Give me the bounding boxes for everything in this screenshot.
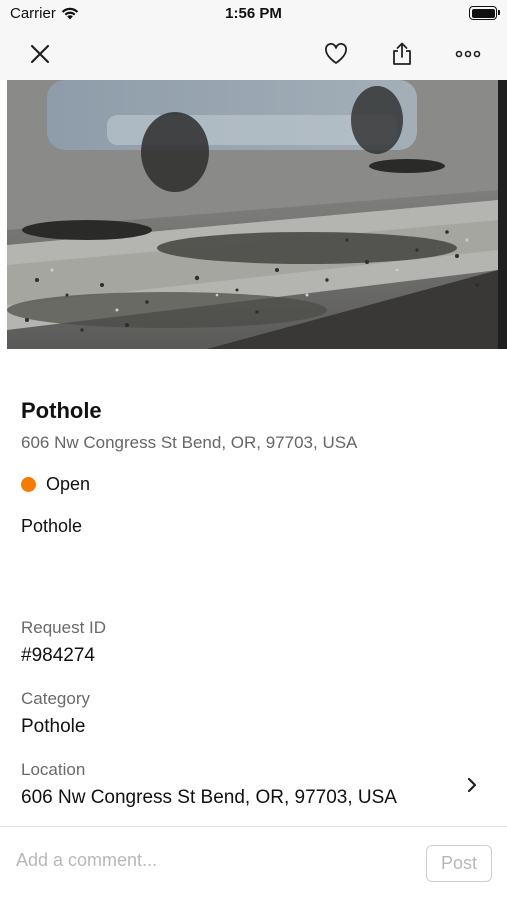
location-label: Location xyxy=(21,760,86,779)
request-address: 606 Nw Congress St Bend, OR, 97703, USA xyxy=(21,433,358,452)
category-label: Category xyxy=(21,689,90,708)
category-value: Pothole xyxy=(21,716,86,737)
heart-icon xyxy=(325,43,347,64)
pothole-photo[interactable] xyxy=(7,80,498,349)
more-icon xyxy=(455,50,481,58)
status-label: Open xyxy=(46,474,91,494)
status-time: 1:56 PM xyxy=(225,5,282,22)
share-button[interactable] xyxy=(384,36,420,72)
comment-input[interactable] xyxy=(16,842,412,878)
photo-edge xyxy=(498,80,507,349)
status-dot-icon xyxy=(21,477,36,492)
status-badge: Open xyxy=(21,474,90,495)
pothole-photo-illustration xyxy=(7,80,498,349)
request-title: Pothole xyxy=(21,398,102,423)
status-bar: Carrier 1:56 PM xyxy=(0,0,507,28)
chevron-right-icon[interactable] xyxy=(462,775,482,795)
close-icon xyxy=(30,44,50,64)
more-options-button[interactable] xyxy=(450,36,486,72)
battery-icon xyxy=(469,6,500,20)
nav-bar xyxy=(0,28,507,80)
request-description: Pothole xyxy=(21,516,83,536)
close-button[interactable] xyxy=(22,36,58,72)
request-id-label: Request ID xyxy=(21,618,107,637)
share-icon xyxy=(393,42,411,65)
divider xyxy=(0,826,507,827)
location-value[interactable]: 606 Nw Congress St Bend, OR, 97703, USA xyxy=(21,787,397,809)
favorite-button[interactable] xyxy=(318,36,354,72)
post-button[interactable]: Post xyxy=(426,845,492,882)
request-id-value: #984274 xyxy=(21,645,95,666)
battery-level xyxy=(471,8,495,18)
